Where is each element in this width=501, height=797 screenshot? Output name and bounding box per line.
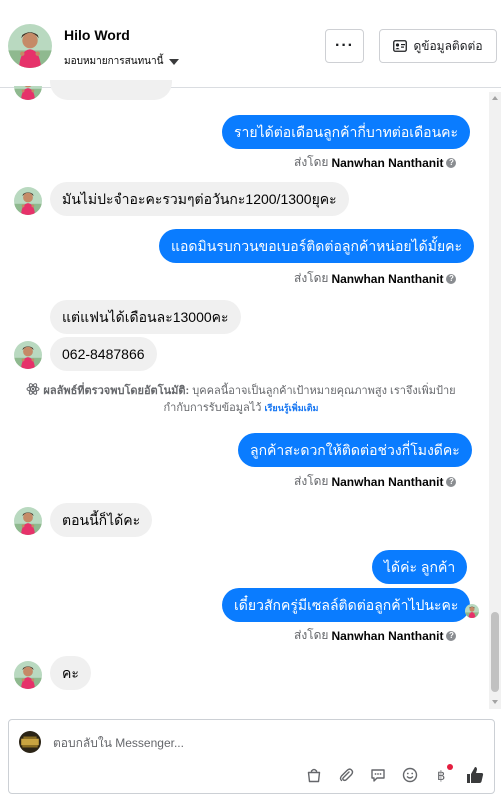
sent-by-label: ส่งโดย Nanwhan Nanthanit ?: [294, 626, 457, 645]
attachment-icon[interactable]: [335, 764, 357, 786]
sent-by-prefix: ส่งโดย: [294, 628, 329, 642]
auto-detected-lead-note: ผลลัพธ์ที่ตรวจพบโดยอัตโนมัติ: บุคคลนี้อา…: [16, 382, 466, 417]
help-icon[interactable]: ?: [446, 273, 457, 284]
contact-avatar[interactable]: [8, 24, 52, 68]
scroll-up-arrow-icon[interactable]: [492, 96, 498, 100]
contact-avatar-small: [14, 661, 42, 689]
shopping-bag-icon[interactable]: [303, 764, 325, 786]
reply-input[interactable]: [53, 733, 453, 753]
contact-avatar-small: [14, 341, 42, 369]
message-bubble-incoming-clipped[interactable]: [50, 80, 172, 100]
sender-name: Nanwhan Nanthanit: [331, 155, 444, 170]
conversation-header: Hilo Word มอบหมายการสนทนานี้ ··· ดูข้อมู…: [0, 0, 501, 88]
message-bubble-outgoing[interactable]: รายได้ต่อเดือนลูกค้ากี่บาทต่อเดือนคะ: [222, 115, 471, 149]
contact-avatar-small: [14, 507, 42, 535]
view-contact-label: ดูข้อมูลติดต่อ: [413, 38, 483, 53]
notification-dot: [447, 764, 453, 770]
saved-replies-icon[interactable]: [367, 764, 389, 786]
atom-icon: [26, 383, 40, 395]
caret-down-icon: [169, 58, 180, 65]
sent-by-label: ส่งโดย Nanwhan Nanthanit ?: [294, 153, 457, 172]
page-avatar: [19, 731, 41, 753]
emoji-icon[interactable]: [399, 764, 421, 786]
sent-by-prefix: ส่งโดย: [294, 155, 329, 169]
help-icon[interactable]: ?: [446, 157, 457, 168]
sent-by-label: ส่งโดย Nanwhan Nanthanit ?: [294, 269, 457, 288]
help-icon[interactable]: ?: [446, 476, 457, 487]
auto-detected-label: ผลลัพธ์ที่ตรวจพบโดยอัตโนมัติ:: [43, 385, 190, 397]
more-options-button[interactable]: ···: [325, 29, 364, 63]
view-contact-button[interactable]: ดูข้อมูลติดต่อ: [379, 29, 497, 63]
message-bubble-outgoing[interactable]: ได้ค่ะ ลูกค้า: [372, 550, 468, 584]
message-bubble-outgoing[interactable]: เดี๋ยวสักครู่มีเซลล์ติดต่อลูกค้าไปนะคะ: [222, 588, 471, 622]
contact-avatar-small: [14, 86, 42, 100]
sender-name: Nanwhan Nanthanit: [331, 474, 444, 489]
svg-text:฿: ฿: [437, 769, 445, 783]
message-bubble-incoming[interactable]: 062-8487866: [50, 337, 157, 371]
like-icon[interactable]: [464, 764, 486, 786]
message-bubble-incoming[interactable]: คะ: [50, 656, 91, 690]
sent-by-prefix: ส่งโดย: [294, 474, 329, 488]
assign-conversation-dropdown[interactable]: มอบหมายการสนทนานี้: [64, 54, 180, 69]
baht-payment-icon[interactable]: ฿: [431, 764, 453, 786]
learn-more-link[interactable]: เรียนรู้เพิ่มเติม: [265, 403, 319, 413]
message-bubble-incoming[interactable]: ตอนนี้ก็ได้คะ: [50, 503, 153, 537]
seen-receipt-avatar: [465, 604, 479, 618]
contact-avatar-small: [14, 187, 42, 215]
message-bubble-incoming[interactable]: มันไม่ปะจำอะคะรวมๆต่อวันกะ1200/1300ยุคะ: [50, 182, 349, 216]
message-bubble-outgoing[interactable]: ลูกค้าสะดวกให้ติดต่อช่วงกี่โมงดีคะ: [238, 433, 472, 467]
reply-composer: ฿: [8, 719, 495, 794]
contact-card-icon: [393, 40, 408, 52]
message-bubble-outgoing[interactable]: แอดมินรบกวนขอเบอร์ติดต่อลูกค้าหน่อยได้มั…: [159, 229, 475, 263]
sender-name: Nanwhan Nanthanit: [331, 271, 444, 286]
assign-conversation-label: มอบหมายการสนทนานี้: [64, 56, 164, 67]
message-bubble-incoming[interactable]: แต่แฟนได้เดือนละ13000คะ: [50, 300, 241, 334]
scroll-down-arrow-icon[interactable]: [492, 700, 498, 704]
help-icon[interactable]: ?: [446, 630, 457, 641]
contact-name[interactable]: Hilo Word: [64, 27, 130, 43]
sent-by-prefix: ส่งโดย: [294, 271, 329, 285]
chat-scrollbar-thumb[interactable]: [491, 612, 499, 692]
sender-name: Nanwhan Nanthanit: [331, 628, 444, 643]
sent-by-label: ส่งโดย Nanwhan Nanthanit ?: [294, 472, 457, 491]
